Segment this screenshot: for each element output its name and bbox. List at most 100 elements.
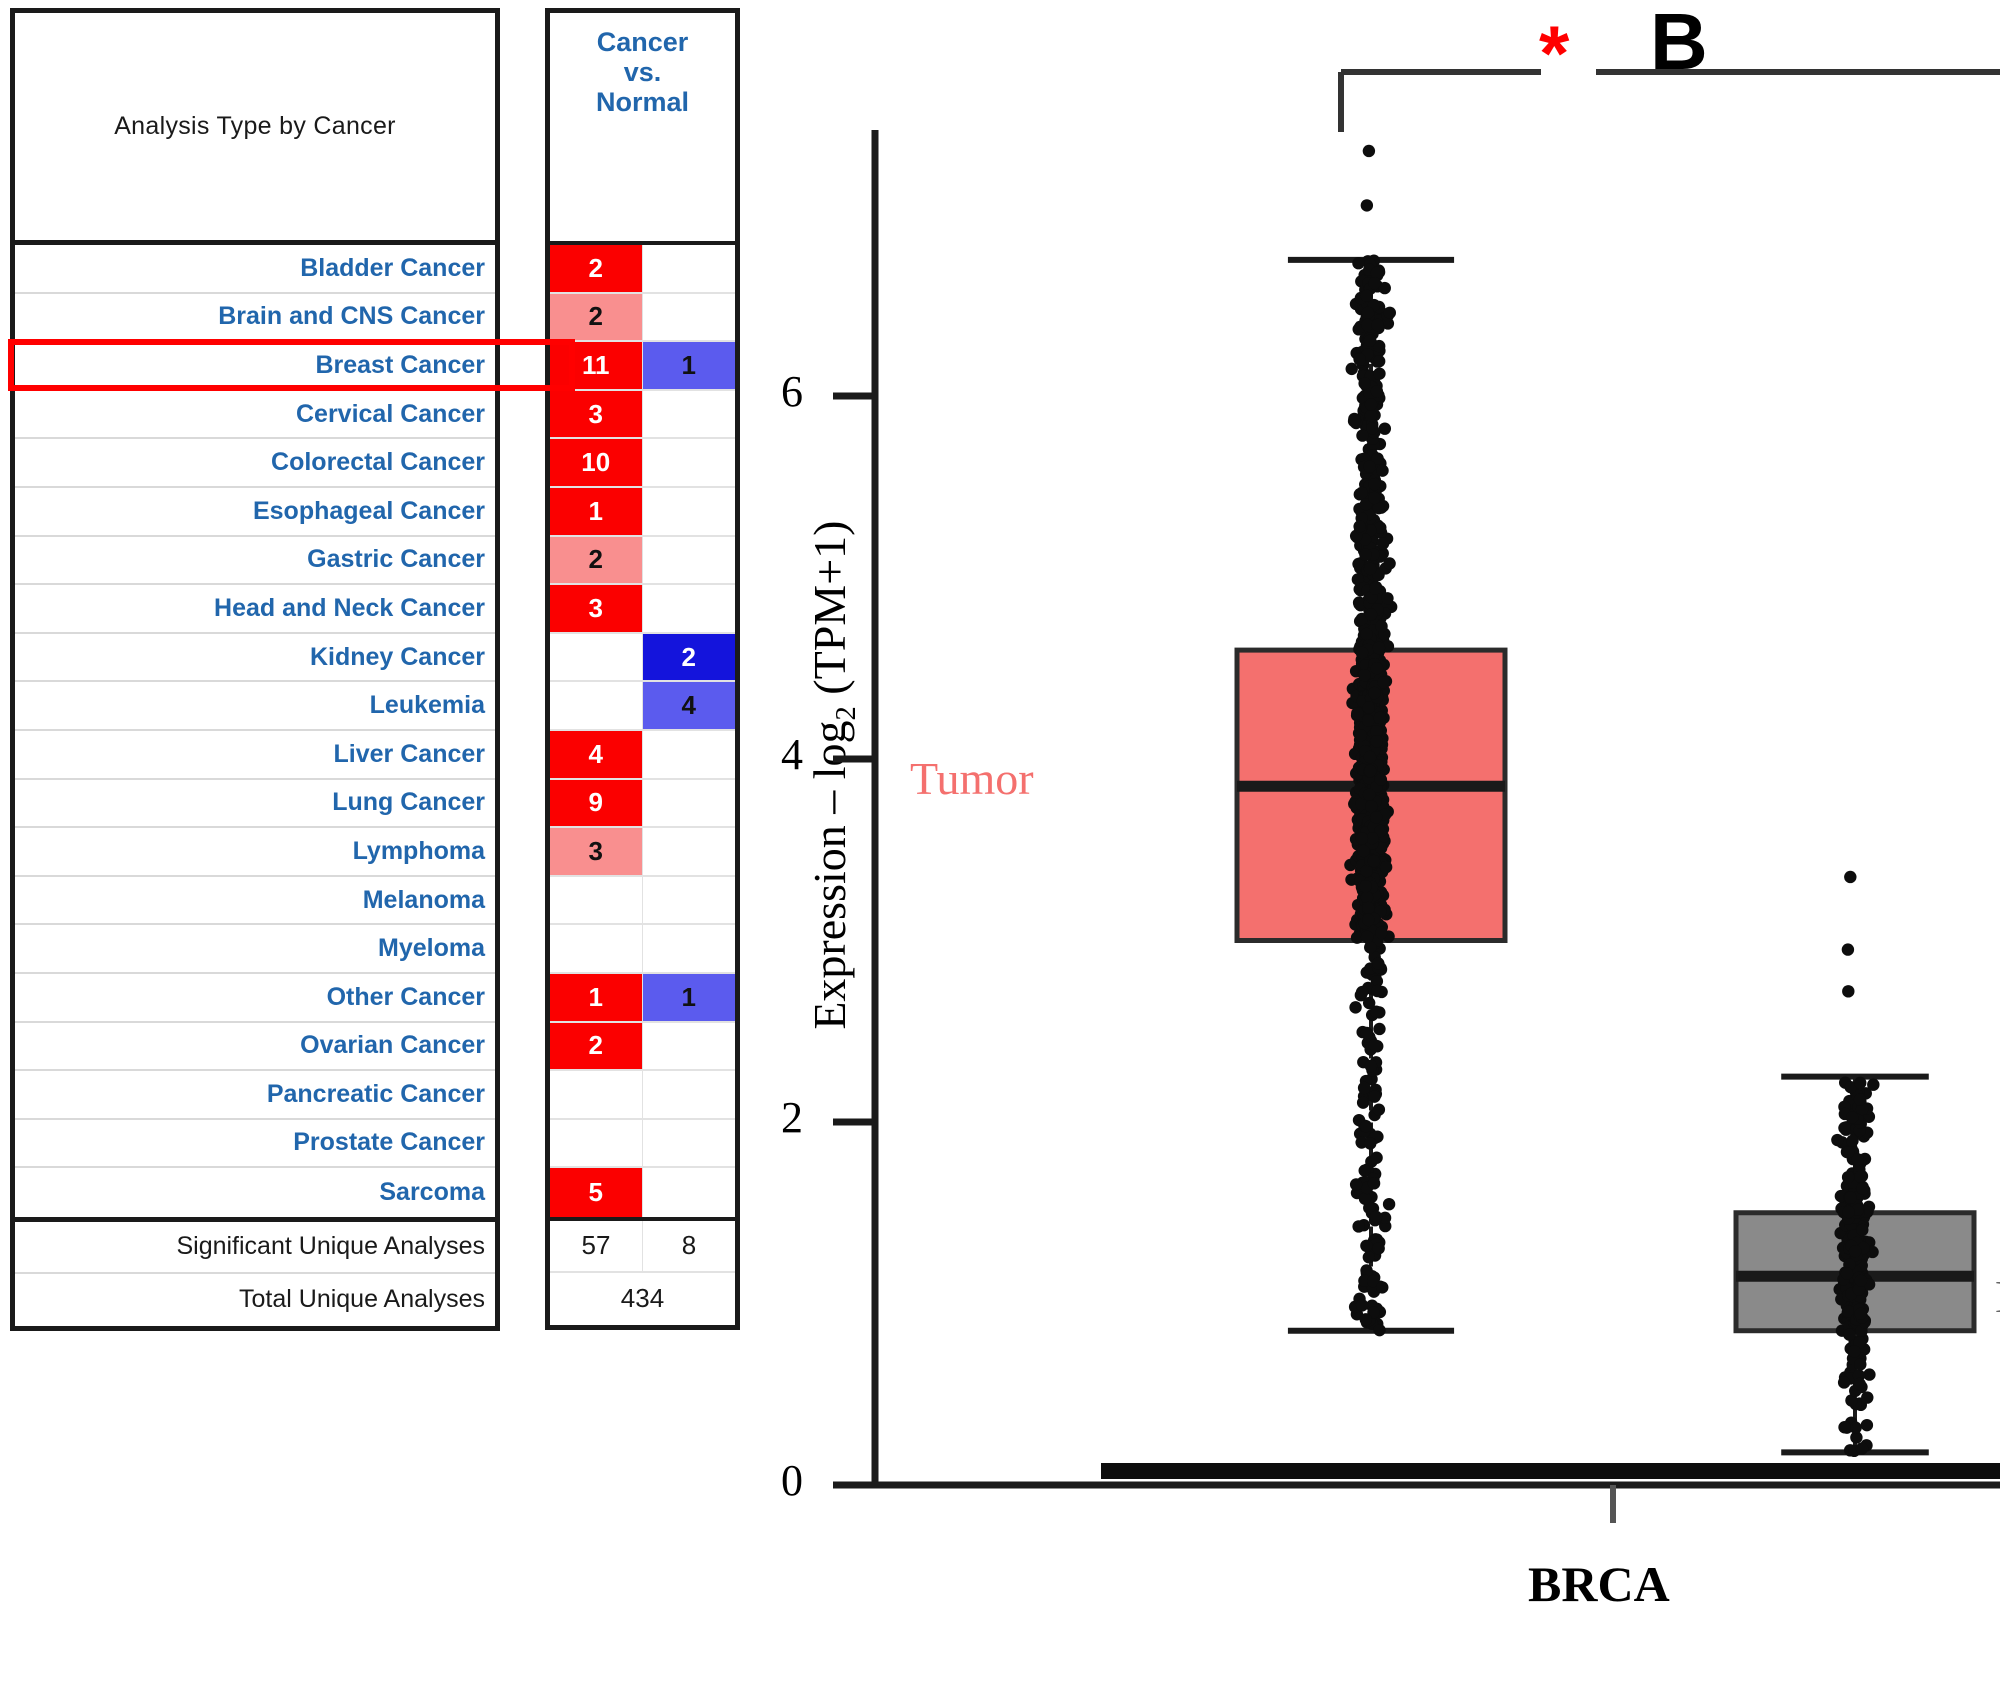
cancer-type-label: Head and Neck Cancer — [214, 593, 485, 622]
x-axis-label: BRCA — [1528, 1556, 1670, 1612]
under-expression-cell — [642, 245, 735, 292]
over-expression-cell: 1 — [550, 487, 643, 535]
over-expression-cell — [550, 925, 643, 972]
heatmap-value-rows: 2 2 11 1 3 10 1 2 3 2 4 4 9 3 1 1 2 5 — [550, 245, 735, 1217]
heatmap-row — [550, 925, 735, 974]
under-expression-cell — [642, 1071, 735, 1118]
heatmap-row: 2 — [550, 1022, 735, 1072]
heatmap-row: 4 — [550, 730, 735, 780]
cancer-type-label: Colorectal Cancer — [271, 448, 485, 477]
cancer-type-row: Lymphoma — [15, 828, 495, 877]
cancer-type-label: Bladder Cancer — [300, 253, 485, 282]
footer-significant-label-row: Significant Unique Analyses — [15, 1222, 495, 1274]
over-expression-cell: 3 — [550, 828, 643, 875]
under-expression-cell — [642, 1168, 735, 1217]
heatmap-row: 11 1 — [550, 342, 735, 391]
over-expression-cell — [550, 1071, 643, 1118]
over-expression-cell: 2 — [550, 536, 643, 584]
cancer-type-row: Gastric Cancer — [15, 537, 495, 586]
heatmap-row: 3 — [550, 390, 735, 440]
cancer-vs-normal-table: Cancer vs. Normal 2 2 11 1 3 10 1 2 3 2 4 4 9 3 1 1 2 5 57 … — [545, 8, 740, 1330]
significant-under-value: 8 — [681, 1230, 697, 1261]
under-expression-cell — [642, 487, 735, 535]
under-expression-cell — [642, 876, 735, 924]
over-expression-cell: 1 — [550, 973, 643, 1021]
cancer-type-row: Colorectal Cancer — [15, 439, 495, 488]
cancer-type-label: Sarcoma — [379, 1178, 485, 1207]
significant-over-value: 57 — [550, 1220, 643, 1271]
cancer-type-label: Lung Cancer — [332, 788, 485, 817]
heatmap-row: 3 — [550, 828, 735, 877]
boxplot-svg — [833, 69, 2000, 1523]
footer-total-label-row: Total Unique Analyses — [15, 1274, 495, 1326]
footer-total-value-row: 434 — [550, 1273, 735, 1325]
cancer-type-row: Kidney Cancer — [15, 634, 495, 683]
table-header-cancer-vs-normal: Cancer vs. Normal — [550, 13, 735, 245]
cancer-type-row: Sarcoma — [15, 1168, 495, 1217]
cancer-type-label: Kidney Cancer — [309, 642, 485, 671]
significance-asterisk: * — [1539, 9, 1570, 97]
cancer-type-row: Other Cancer — [15, 974, 495, 1023]
table-header-analysis-type: Analysis Type by Cancer — [15, 13, 495, 245]
over-expression-cell: 2 — [550, 1022, 643, 1070]
table-footer-left: Significant Unique Analyses Total Unique… — [15, 1216, 495, 1326]
total-unique-analyses-value: 434 — [620, 1283, 665, 1314]
cancer-type-row: Lung Cancer — [15, 780, 495, 829]
cancer-type-label: Ovarian Cancer — [300, 1031, 485, 1060]
cancer-type-label: Lymphoma — [352, 836, 485, 865]
cancer-type-label: Breast Cancer — [315, 350, 485, 379]
over-expression-cell: 2 — [550, 245, 643, 292]
under-expression-cell — [642, 828, 735, 875]
over-expression-cell: 3 — [550, 390, 643, 438]
cancer-type-row: Prostate Cancer — [15, 1120, 495, 1169]
under-expression-cell: 2 — [642, 633, 735, 681]
cancer-type-row: Head and Neck Cancer — [15, 585, 495, 634]
heatmap-row: 3 — [550, 585, 735, 634]
heatmap-row: 2 — [550, 633, 735, 683]
over-expression-cell: 3 — [550, 585, 643, 632]
heatmap-row: 9 — [550, 779, 735, 829]
heatmap-row: 11 — [550, 973, 735, 1023]
under-expression-cell — [642, 536, 735, 584]
under-expression-cell: 4 — [642, 682, 735, 729]
cancer-type-row: Melanoma — [15, 877, 495, 926]
table-footer-right: 57 8 434 — [550, 1216, 735, 1325]
over-expression-cell — [550, 682, 643, 729]
under-expression-cell — [642, 585, 735, 632]
under-expression-cell — [642, 390, 735, 438]
cancer-type-row: Liver Cancer — [15, 731, 495, 780]
heatmap-row: 4 — [550, 682, 735, 731]
significant-unique-analyses-label: Significant Unique Analyses — [176, 1232, 485, 1261]
heatmap-row: 1 — [550, 487, 735, 537]
y-tick-label: 4 — [781, 730, 803, 779]
tumor-sample-rug — [1101, 1463, 1641, 1479]
under-expression-cell — [642, 293, 735, 341]
data-point-cloud — [1831, 870, 1880, 1458]
y-tick-label: 6 — [781, 367, 803, 416]
heatmap-row — [550, 876, 735, 926]
header-cancer-vs-normal-label: Cancer vs. Normal — [595, 27, 690, 118]
normal-sample-rug — [1605, 1463, 2000, 1479]
under-expression-cell: 1 — [642, 973, 735, 1021]
under-expression-cell — [642, 730, 735, 778]
cancer-type-row: Esophageal Cancer — [15, 488, 495, 537]
heatmap-row: 2 — [550, 245, 735, 294]
under-expression-cell — [642, 1119, 735, 1167]
under-expression-cell — [642, 439, 735, 486]
heatmap-row: 5 — [550, 1168, 735, 1217]
y-tick-label: 0 — [781, 1456, 803, 1505]
over-expression-cell — [550, 1119, 643, 1167]
under-expression-cell — [642, 925, 735, 972]
header-analysis-type-label: Analysis Type by Cancer — [114, 112, 396, 140]
heatmap-row — [550, 1071, 735, 1120]
over-expression-cell — [550, 633, 643, 681]
cancer-type-row: Ovarian Cancer — [15, 1023, 495, 1072]
total-unique-analyses-label: Total Unique Analyses — [239, 1285, 485, 1314]
cancer-type-row: Bladder Cancer — [15, 245, 495, 294]
cancer-type-row: Cervical Cancer — [15, 391, 495, 440]
cancer-type-label: Gastric Cancer — [307, 545, 485, 574]
cancer-type-label: Prostate Cancer — [293, 1128, 485, 1157]
over-expression-cell: 9 — [550, 779, 643, 827]
cancer-type-label: Liver Cancer — [333, 739, 485, 768]
normal-group-label: Normal — [1995, 1270, 2000, 1323]
